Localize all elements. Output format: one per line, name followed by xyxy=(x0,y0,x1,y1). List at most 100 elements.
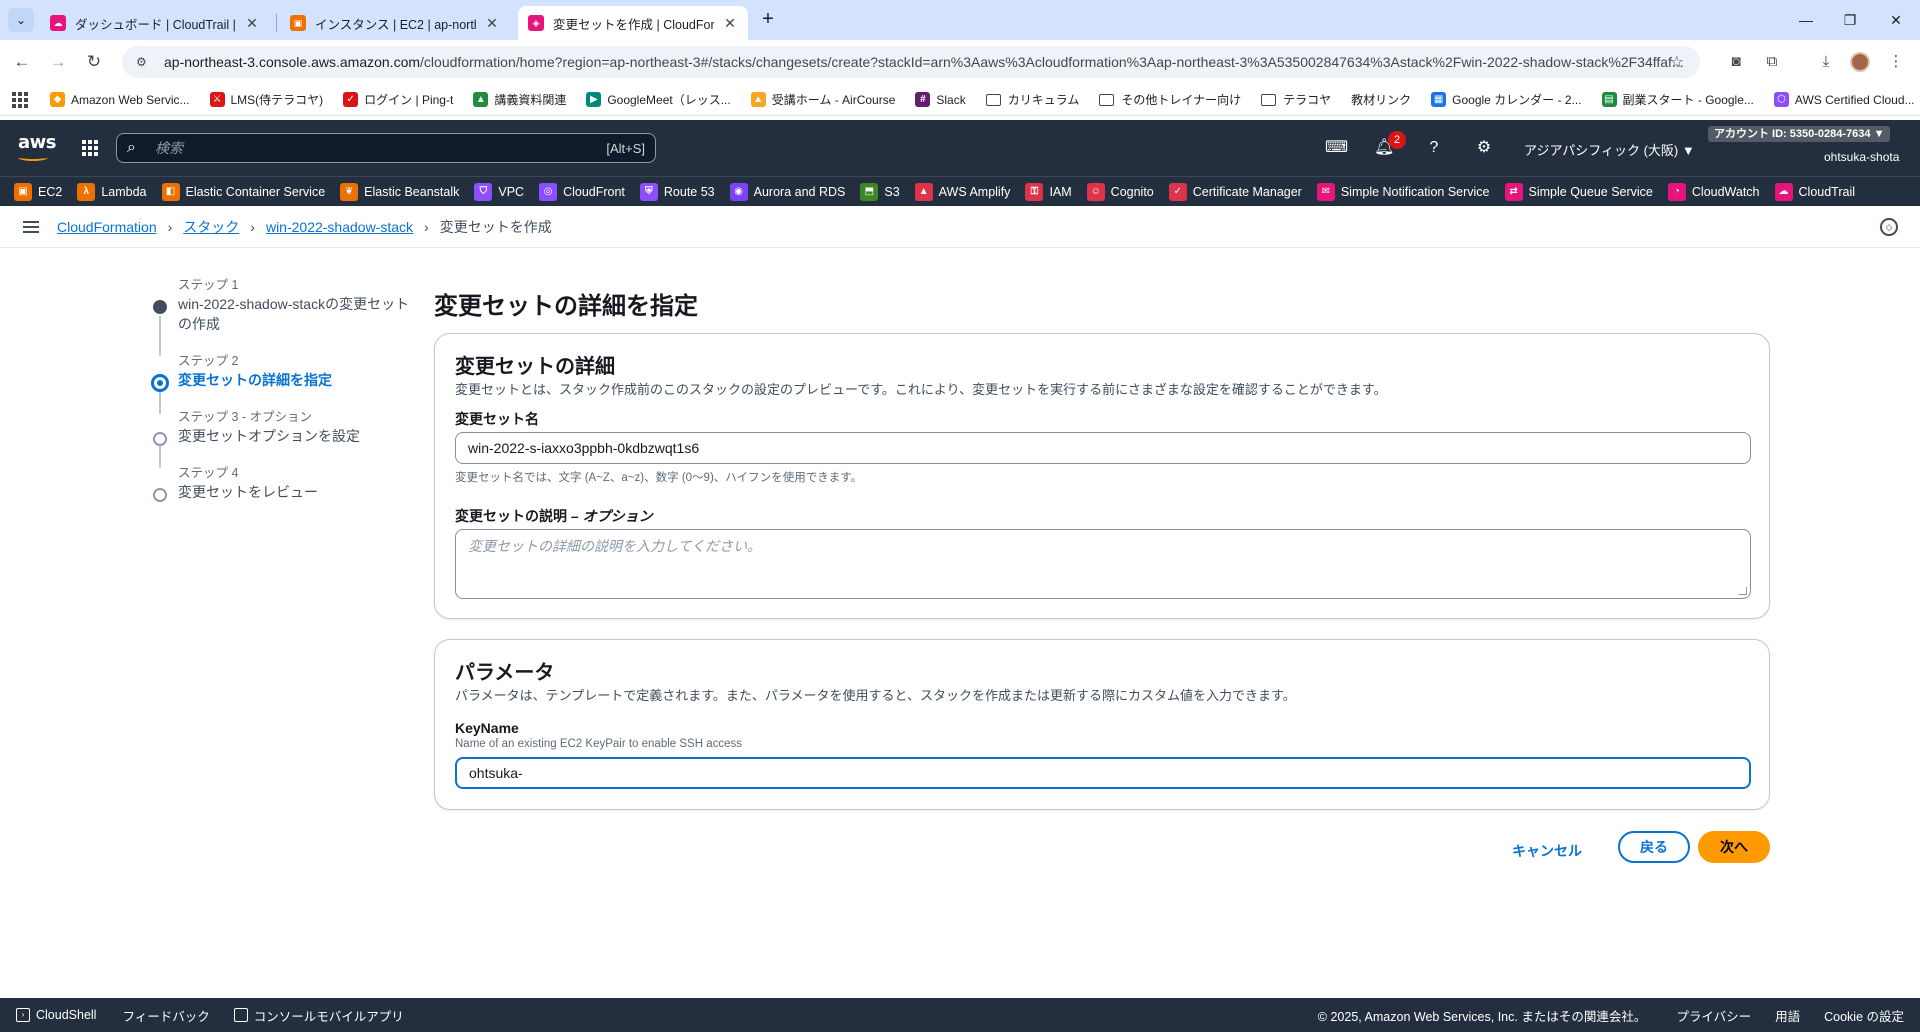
cancel-button[interactable]: キャンセル xyxy=(1512,835,1582,867)
samurai-icon: ⚔ xyxy=(209,92,225,107)
restore-window-icon[interactable]: ❐ xyxy=(1838,8,1862,32)
download-icon[interactable]: ⤓ xyxy=(1814,50,1838,74)
help-icon[interactable]: ? xyxy=(1424,138,1444,158)
bookmark-folder-terakoya[interactable]: テラコヤ xyxy=(1261,91,1331,108)
favorite-sqs[interactable]: ⇄ Simple Queue Service xyxy=(1504,182,1653,201)
favorite-rds[interactable]: ◉ Aurora and RDS xyxy=(729,182,845,201)
favorite-cloudwatch[interactable]: ◔ CloudWatch xyxy=(1667,182,1760,201)
feedback-link[interactable]: フィードバック xyxy=(122,1006,209,1025)
favorite-label: AWS Amplify xyxy=(938,184,1011,199)
close-tab-icon[interactable]: ✕ xyxy=(722,15,738,32)
ec2-icon: ▣ xyxy=(14,182,32,201)
breadcrumb-stacks[interactable]: スタック xyxy=(183,217,239,237)
tab-search-chevron-icon[interactable]: ⌄ xyxy=(8,8,34,32)
favorite-sns[interactable]: ✉ Simple Notification Service xyxy=(1316,182,1490,201)
bookmark-aws[interactable]: ◆ Amazon Web Servic... xyxy=(50,92,190,107)
browser-tab-ec2[interactable]: ▣ インスタンス | EC2 | ap-northeast- ✕ xyxy=(280,6,510,40)
aws-search-input[interactable]: ⌕ 検索 [Alt+S] xyxy=(116,133,656,163)
services-grid-icon[interactable] xyxy=(82,140,98,156)
bookmark-lms[interactable]: ⚔ LMS(侍テラコヤ) xyxy=(209,91,323,108)
cloudshell-terminal-icon[interactable]: ⌨ xyxy=(1325,138,1348,158)
browser-tab-cloudtrail[interactable]: ☁ ダッシュボード | CloudTrail | ap-nor ✕ xyxy=(40,6,270,40)
bookmark-material-links[interactable]: 教材リンク xyxy=(1351,91,1411,108)
footer-label: フィードバック xyxy=(122,1009,210,1024)
favorite-ecs[interactable]: ◧ Elastic Container Service xyxy=(161,182,326,201)
breadcrumb-cloudformation[interactable]: CloudFormation xyxy=(57,219,157,235)
tab-title: ダッシュボード | CloudTrail | ap-nor xyxy=(75,17,236,32)
changeset-name-input[interactable]: win-2022-s-iaxxo3ppbh-0kdbzwqt1s6 xyxy=(455,432,1751,464)
bookmark-folder-curriculum[interactable]: カリキュラム xyxy=(985,91,1079,108)
breadcrumb-stack-name[interactable]: win-2022-shadow-stack xyxy=(266,219,413,235)
bookmark-folder-trainer[interactable]: その他トレイナー向け xyxy=(1099,91,1241,108)
close-window-icon[interactable]: ✕ xyxy=(1884,8,1908,32)
close-tab-icon[interactable]: ✕ xyxy=(484,15,500,32)
favorite-ec2[interactable]: ▣ EC2 xyxy=(14,182,62,201)
camera-icon[interactable]: ◙ xyxy=(1724,50,1748,74)
browser-tab-bar: ⌄ ☁ ダッシュボード | CloudTrail | ap-nor ✕ ▣ イン… xyxy=(0,0,1920,40)
bookmark-aircourse[interactable]: ▲ 受講ホーム - AirCourse xyxy=(750,91,895,108)
cloudshell-button[interactable]: › CloudShell xyxy=(16,1008,96,1022)
forward-arrow-icon[interactable]: → xyxy=(46,50,70,74)
region-selector[interactable]: アジアパシフィック (大阪) ▼ xyxy=(1524,140,1695,159)
wizard-step-1[interactable]: ステップ 1 win-2022-shadow-stackの変更セットの作成 xyxy=(150,274,410,334)
more-menu-icon[interactable]: ⋮ xyxy=(1884,50,1908,74)
bookmark-side-job[interactable]: ▤ 副業スタート - Google... xyxy=(1601,91,1754,108)
settings-gear-icon[interactable]: ⚙ xyxy=(1474,138,1494,158)
bookmark-slack[interactable]: # Slack xyxy=(915,92,966,107)
site-info-icon[interactable]: ⚙ xyxy=(136,55,152,69)
terms-link[interactable]: 用語 xyxy=(1775,1006,1800,1025)
console-footer: › CloudShell フィードバック コンソールモバイルアプリ © 2025,… xyxy=(0,998,1920,1032)
bookmark-star-icon[interactable]: ☆ xyxy=(1670,52,1684,72)
browser-toolbar: ← → ↻ ⚙ ap-northeast-3.console.aws.amazo… xyxy=(0,40,1920,84)
apps-grid-icon[interactable] xyxy=(12,91,28,108)
textarea-placeholder: 変更セットの詳細の説明を入力してください。 xyxy=(468,538,762,554)
keyname-input[interactable]: ohtsuka- xyxy=(455,757,1751,789)
back-button[interactable]: 戻る xyxy=(1618,831,1690,863)
extensions-puzzle-icon[interactable]: ⧉ xyxy=(1760,50,1784,74)
favorite-beanstalk[interactable]: ❦ Elastic Beanstalk xyxy=(340,182,459,201)
favorite-lambda[interactable]: λ Lambda xyxy=(77,182,147,201)
favorite-cloudfront[interactable]: ◎ CloudFront xyxy=(539,182,625,201)
favorite-acm[interactable]: ✓ Certificate Manager xyxy=(1168,182,1302,201)
wizard-step-4: ステップ 4 変更セットをレビュー xyxy=(150,462,410,502)
bookmark-aws-cert[interactable]: ⬡ AWS Certified Cloud... xyxy=(1773,92,1915,107)
privacy-link[interactable]: プライバシー xyxy=(1676,1006,1751,1025)
account-menu[interactable]: アカウント ID: 5350-0284-7634 ▼ xyxy=(1708,126,1891,142)
favorite-s3[interactable]: ⬒ S3 xyxy=(860,182,900,201)
favorite-route53[interactable]: ⛨ Route 53 xyxy=(639,182,715,201)
favorite-label: Route 53 xyxy=(663,184,715,199)
account-username[interactable]: ohtsuka-shota xyxy=(1824,150,1899,164)
bookmark-googlemeet[interactable]: ▶ GoogleMeet（レッス... xyxy=(586,91,731,108)
bookmark-ping-t[interactable]: ✓ ログイン | Ping-t xyxy=(343,91,453,108)
aws-logo[interactable]: aws xyxy=(18,132,57,162)
minimize-window-icon[interactable]: — xyxy=(1794,8,1818,32)
search-shortcut: [Alt+S] xyxy=(606,140,645,156)
favorite-vpc[interactable]: ⛉ VPC xyxy=(474,182,524,201)
next-button[interactable]: 次へ xyxy=(1698,831,1770,863)
folder-icon xyxy=(1099,93,1115,106)
settings-hex-icon[interactable]: ◇ xyxy=(1880,218,1898,236)
mobile-app-link[interactable]: コンソールモバイルアプリ xyxy=(233,1006,404,1025)
favorite-iam[interactable]: ⚿ IAM xyxy=(1025,182,1072,201)
certificate-manager-icon: ✓ xyxy=(1168,182,1187,201)
reload-icon[interactable]: ↻ xyxy=(82,50,106,74)
browser-tab-cloudformation[interactable]: ◈ 変更セットを作成 | CloudFormatio ✕ xyxy=(518,6,748,40)
profile-avatar[interactable] xyxy=(1850,52,1870,72)
aws-cert-icon: ⬡ xyxy=(1773,92,1789,107)
favorite-amplify[interactable]: ▲ AWS Amplify xyxy=(914,182,1011,201)
bookmark-google-calendar[interactable]: ▦ Google カレンダー - 2... xyxy=(1431,91,1582,108)
resize-handle-icon[interactable] xyxy=(1739,587,1747,595)
route53-icon: ⛨ xyxy=(639,182,658,201)
close-tab-icon[interactable]: ✕ xyxy=(244,15,260,32)
back-arrow-icon[interactable]: ← xyxy=(10,50,34,74)
footer-right: © 2025, Amazon Web Services, Inc. またはその関… xyxy=(1318,998,1904,1032)
favorite-cognito[interactable]: ☺ Cognito xyxy=(1086,182,1154,201)
favorite-label: Elastic Container Service xyxy=(185,184,326,199)
changeset-description-textarea[interactable]: 変更セットの詳細の説明を入力してください。 xyxy=(455,529,1751,599)
bookmark-lecture[interactable]: ▲ 講義資料関連 xyxy=(473,91,566,108)
address-bar[interactable]: ⚙ ap-northeast-3.console.aws.amazon.com/… xyxy=(122,46,1700,78)
hamburger-menu-icon[interactable] xyxy=(23,218,39,236)
new-tab-plus-icon[interactable]: + xyxy=(757,9,779,31)
favorite-cloudtrail[interactable]: ☁ CloudTrail xyxy=(1774,182,1855,201)
cookie-settings-link[interactable]: Cookie の設定 xyxy=(1824,1006,1904,1025)
